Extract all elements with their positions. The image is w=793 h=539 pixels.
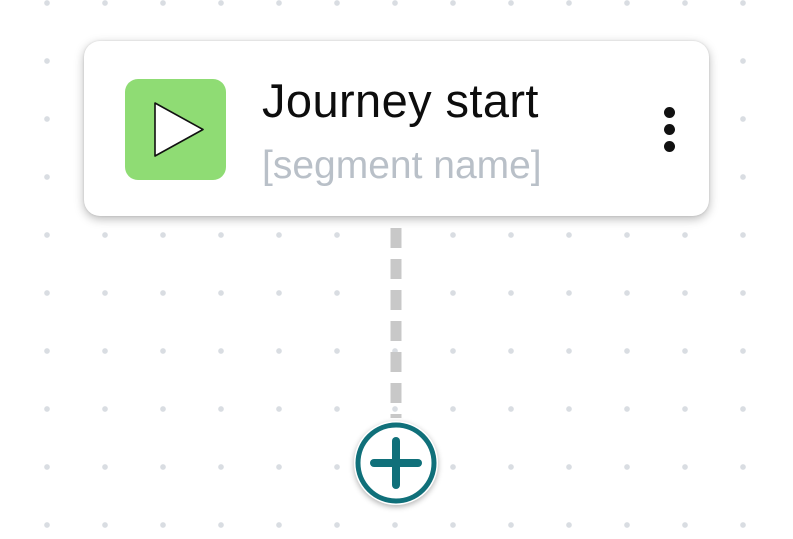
play-icon — [154, 102, 204, 157]
connector-line — [390, 228, 402, 418]
add-step-button[interactable] — [354, 421, 438, 505]
journey-canvas[interactable]: Journey start [segment name] — [0, 0, 793, 539]
start-badge — [125, 79, 226, 180]
journey-start-node[interactable]: Journey start [segment name] — [84, 41, 709, 216]
segment-name-placeholder[interactable]: [segment name] — [262, 142, 542, 190]
node-title: Journey start — [262, 74, 539, 127]
more-vertical-icon[interactable] — [654, 103, 686, 155]
plus-circle-icon — [355, 422, 437, 504]
